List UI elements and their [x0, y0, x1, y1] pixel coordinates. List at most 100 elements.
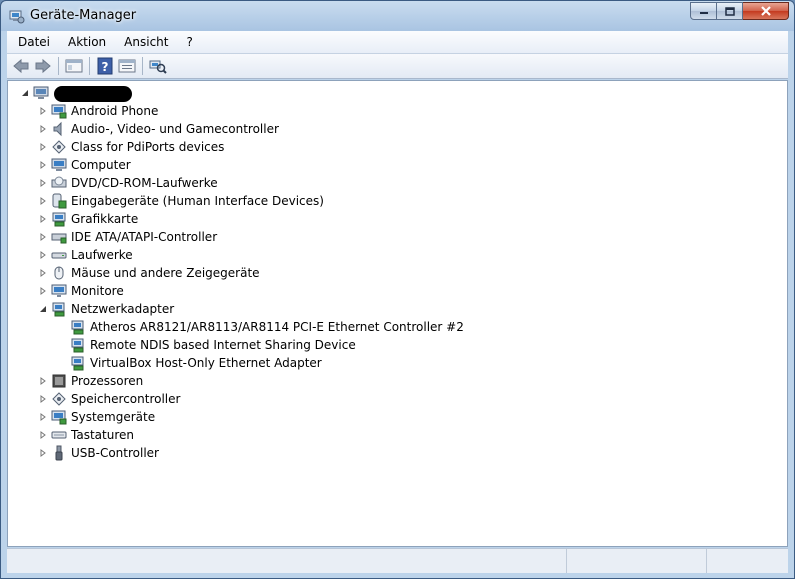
computer-icon: [51, 157, 67, 173]
tree-item-label: Atheros AR8121/AR8113/AR8114 PCI-E Ether…: [90, 320, 464, 334]
hid-icon: [51, 193, 67, 209]
expand-arrow-icon[interactable]: [38, 430, 48, 440]
tree-item-label: Computer: [71, 158, 131, 172]
network-adapter-icon: [51, 301, 67, 317]
usb-icon: [51, 445, 67, 461]
tree-item-category[interactable]: Eingabegeräte (Human Interface Devices): [38, 192, 324, 210]
tree-root[interactable]: [20, 84, 53, 102]
device-manager-app-icon[interactable]: [9, 8, 25, 24]
help-button[interactable]: ?: [94, 55, 116, 77]
maximize-icon: [724, 6, 735, 16]
show-hide-console-tree-button[interactable]: [63, 55, 85, 77]
tree-item-category[interactable]: IDE ATA/ATAPI-Controller: [38, 228, 217, 246]
expand-arrow-icon[interactable]: [38, 178, 48, 188]
tree-item-label: Monitore: [71, 284, 124, 298]
show-hide-console-tree-icon: [65, 59, 83, 73]
keyboard-icon: [51, 427, 67, 443]
network-adapter-icon: [70, 355, 86, 371]
tree-item-label: USB-Controller: [71, 446, 159, 460]
system-device-icon: [51, 409, 67, 425]
tree-item-category[interactable]: Android Phone: [38, 102, 158, 120]
back-icon: [13, 58, 29, 74]
status-bar: [7, 548, 788, 573]
expand-arrow-icon[interactable]: [38, 448, 48, 458]
expand-arrow-icon[interactable]: [38, 232, 48, 242]
tree-item-label: Netzwerkadapter: [71, 302, 175, 316]
tree-item-label: Mäuse und andere Zeigegeräte: [71, 266, 260, 280]
expand-arrow-icon[interactable]: [38, 268, 48, 278]
tree-item-label: DVD/CD-ROM-Laufwerke: [71, 176, 218, 190]
tree-item-label: Android Phone: [71, 104, 159, 118]
tree-item-category[interactable]: Tastaturen: [38, 426, 134, 444]
tree-item-label: Grafikkarte: [71, 212, 139, 226]
tree-item-category[interactable]: Grafikkarte: [38, 210, 138, 228]
tree-item-label: VirtualBox Host-Only Ethernet Adapter: [90, 356, 322, 370]
expand-arrow-icon[interactable]: [38, 124, 48, 134]
tree-item-category[interactable]: Computer: [38, 156, 131, 174]
network-adapter-icon: [70, 319, 86, 335]
expand-arrow-icon[interactable]: [38, 286, 48, 296]
close-button[interactable]: [743, 2, 789, 20]
tree-item-category[interactable]: Systemgeräte: [38, 408, 155, 426]
tree-item-device[interactable]: VirtualBox Host-Only Ethernet Adapter: [57, 354, 322, 372]
processor-icon: [51, 373, 67, 389]
tree-item-label: IDE ATA/ATAPI-Controller: [71, 230, 218, 244]
minimize-button[interactable]: [690, 2, 717, 20]
expand-arrow-icon[interactable]: [38, 412, 48, 422]
scan-hardware-button[interactable]: [147, 55, 169, 77]
tree-item-label: Audio-, Video- und Gamecontroller: [71, 122, 279, 136]
menu-aktion[interactable]: Aktion: [57, 35, 113, 49]
forward-button[interactable]: [32, 55, 54, 77]
status-pane-2: [567, 549, 707, 573]
tree-item-label: Systemgeräte: [71, 410, 156, 424]
dvd-drive-icon: [51, 175, 67, 191]
scan-hardware-icon: [149, 60, 167, 74]
collapse-arrow-icon[interactable]: [38, 304, 48, 314]
menu-datei[interactable]: Datei: [7, 35, 57, 49]
expand-arrow-icon[interactable]: [38, 376, 48, 386]
tree-item-category[interactable]: Audio-, Video- und Gamecontroller: [38, 120, 279, 138]
tree-item-label: Eingabegeräte (Human Interface Devices): [71, 194, 324, 208]
caption-buttons: [690, 2, 789, 20]
monitor-icon: [51, 283, 67, 299]
toolbar-separator: [142, 57, 143, 75]
menu-ansicht[interactable]: Ansicht: [113, 35, 175, 49]
tree-item-category[interactable]: Class for PdiPorts devices: [38, 138, 224, 156]
window-title: Geräte-Manager: [30, 8, 137, 23]
device-tree[interactable]: Android Phone Audio-, Video- und Gamecont…: [7, 80, 788, 547]
expand-arrow-icon[interactable]: [38, 214, 48, 224]
expand-arrow-icon[interactable]: [38, 394, 48, 404]
tree-item-label: Prozessoren: [71, 374, 144, 388]
back-button[interactable]: [10, 55, 32, 77]
minimize-icon: [699, 12, 708, 14]
expand-arrow-icon[interactable]: [38, 196, 48, 206]
disk-drive-icon: [51, 247, 67, 263]
tree-item-category[interactable]: Prozessoren: [38, 372, 143, 390]
expand-arrow-icon[interactable]: [38, 160, 48, 170]
tree-item-category[interactable]: Laufwerke: [38, 246, 133, 264]
tree-item-category[interactable]: USB-Controller: [38, 444, 159, 462]
collapse-arrow-icon[interactable]: [20, 88, 30, 98]
display-adapter-icon: [51, 211, 67, 227]
toolbar: ?: [7, 54, 788, 79]
maximize-button[interactable]: [717, 2, 743, 20]
expand-arrow-icon[interactable]: [38, 106, 48, 116]
tree-item-category[interactable]: Monitore: [38, 282, 124, 300]
tree-item-device[interactable]: Atheros AR8121/AR8113/AR8114 PCI-E Ether…: [57, 318, 464, 336]
title-bar[interactable]: Geräte-Manager: [1, 1, 794, 31]
tree-item-category[interactable]: Mäuse und andere Zeigegeräte: [38, 264, 260, 282]
toolbar-separator: [58, 57, 59, 75]
expand-arrow-icon[interactable]: [38, 250, 48, 260]
expand-arrow-icon[interactable]: [38, 142, 48, 152]
tree-item-category[interactable]: Netzwerkadapter: [38, 300, 174, 318]
redacted-computer-name: [54, 86, 132, 102]
svg-text:?: ?: [102, 60, 109, 74]
properties-button[interactable]: [116, 55, 138, 77]
properties-icon: [118, 59, 136, 73]
tree-item-device[interactable]: Remote NDIS based Internet Sharing Devic…: [57, 336, 356, 354]
menu-help[interactable]: ?: [175, 35, 199, 49]
tree-item-category[interactable]: DVD/CD-ROM-Laufwerke: [38, 174, 218, 192]
tree-item-category[interactable]: Speichercontroller: [38, 390, 180, 408]
forward-icon: [35, 58, 51, 74]
status-pane-main: [7, 549, 567, 573]
